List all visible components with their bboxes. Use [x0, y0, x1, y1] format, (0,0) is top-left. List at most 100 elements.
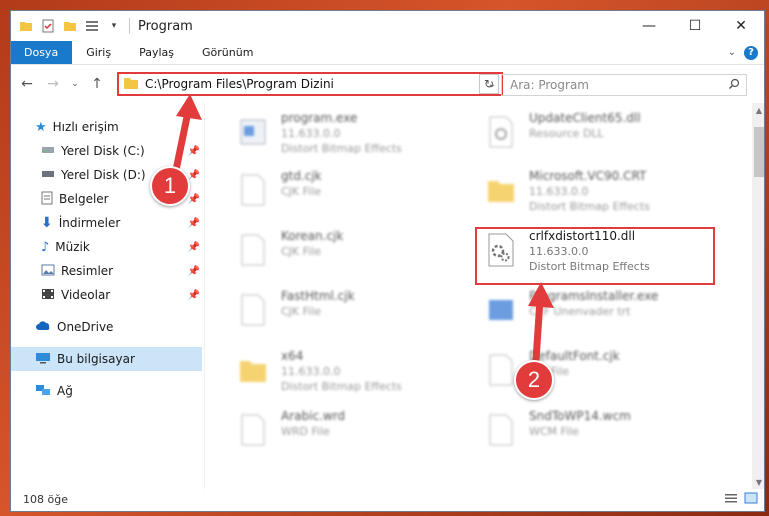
new-folder-icon[interactable]	[61, 17, 79, 35]
nav-label: Ağ	[57, 384, 73, 398]
file-name: Microsoft.VC90.CRT	[529, 169, 647, 183]
target-file-highlight	[475, 227, 715, 285]
tab-view[interactable]: Görünüm	[188, 41, 267, 64]
file-description: Distort Bitmap Effects	[281, 380, 402, 393]
nav-this-pc[interactable]: Bu bilgisayar	[11, 347, 202, 371]
folder-icon	[17, 17, 35, 35]
close-button[interactable]: ✕	[718, 11, 764, 41]
nav-label: Belgeler	[59, 192, 109, 206]
file-name: Korean.cjk	[281, 229, 344, 243]
maximize-button[interactable]: ☐	[672, 11, 718, 41]
pin-icon: 📌	[187, 217, 200, 229]
nav-label: OneDrive	[57, 320, 114, 334]
refresh-button[interactable]: ↻	[479, 74, 499, 94]
recent-locations-icon[interactable]: ⌄	[69, 74, 81, 94]
minimize-button[interactable]: —	[626, 11, 672, 41]
details-view-icon[interactable]	[724, 492, 738, 507]
file-type: WRD File	[281, 425, 330, 438]
network-icon	[35, 384, 51, 399]
computer-icon	[35, 352, 51, 367]
search-box[interactable]: Ara: Program	[501, 74, 747, 96]
nav-item-pictures[interactable]: Resimler 📌	[11, 259, 204, 283]
ribbon-right: ⌄ ?	[728, 41, 764, 64]
properties-icon[interactable]	[39, 17, 57, 35]
pin-icon: 📌	[187, 145, 200, 157]
customize-icon[interactable]	[83, 17, 101, 35]
file-name: gtd.cjk	[281, 169, 322, 183]
video-icon	[41, 288, 55, 303]
file-item[interactable]: program.exe 11.633.0.0 Distort Bitmap Ef…	[233, 109, 402, 159]
pin-icon: 📌	[187, 289, 200, 301]
tab-home[interactable]: Giriş	[72, 41, 125, 64]
file-item[interactable]: gtd.cjk CJK File	[233, 167, 322, 217]
nav-quick-access[interactable]: ★ Hızlı erişim	[11, 115, 204, 139]
quick-access-toolbar: ▾	[11, 17, 123, 35]
forward-button[interactable]: →	[43, 74, 63, 94]
help-button[interactable]: ?	[744, 45, 758, 60]
expand-ribbon-icon[interactable]: ⌄	[728, 47, 736, 58]
star-icon: ★	[35, 119, 47, 135]
file-item[interactable]: Korean.cjk CJK File	[233, 227, 343, 277]
file-name: UpdateClient65.dll	[529, 111, 641, 125]
file-type: CJK File	[281, 245, 322, 258]
file-item[interactable]: Arabic.wrd WRD File	[233, 407, 345, 457]
up-button[interactable]: ↑	[87, 74, 107, 94]
documents-icon	[41, 191, 53, 208]
file-name: Arabic.wrd	[281, 409, 346, 423]
back-button[interactable]: ←	[17, 74, 37, 94]
file-name: x64	[281, 349, 304, 363]
file-type: CJK File	[281, 185, 322, 198]
drive-icon	[41, 168, 55, 182]
file-item[interactable]: FastHtml.cjk CJK File	[233, 287, 355, 337]
nav-label: Yerel Disk (C:)	[61, 144, 145, 158]
address-row: ← → ⌄ ↑ C:\Program Files\Program Dizini …	[11, 65, 764, 103]
file-item[interactable]: x64 11.633.0.0 Distort Bitmap Effects	[233, 347, 402, 397]
tab-file[interactable]: Dosya	[11, 41, 73, 64]
file-description: Distort Bitmap Effects	[281, 142, 402, 155]
status-bar: 108 öğe	[11, 487, 764, 511]
title-bar: ▾ Program — ☐ ✕	[11, 11, 764, 41]
dll-icon	[481, 109, 521, 155]
nav-item-music[interactable]: ♪ Müzik 📌	[11, 235, 204, 259]
file-item[interactable]: SndToWP14.wcm WCM File	[481, 407, 631, 457]
scroll-thumb[interactable]	[754, 127, 764, 177]
download-icon: ⬇	[41, 215, 53, 231]
file-icon	[233, 227, 273, 273]
file-type: CJK File	[281, 305, 322, 318]
file-icon	[233, 407, 273, 453]
pictures-icon	[41, 264, 55, 279]
view-switcher	[724, 492, 764, 507]
file-list: program.exe 11.633.0.0 Distort Bitmap Ef…	[205, 103, 764, 489]
nav-item-local-disk-c[interactable]: Yerel Disk (C:) 📌	[11, 139, 204, 163]
music-icon: ♪	[41, 239, 50, 255]
file-type: WCM File	[529, 425, 579, 438]
cloud-icon	[35, 320, 51, 334]
tiles-view-icon[interactable]	[744, 492, 758, 507]
file-item[interactable]: ProgramsInstaller.exe CEF Unenvader trt	[481, 287, 658, 337]
nav-network[interactable]: Ağ	[11, 379, 204, 403]
file-item[interactable]: UpdateClient65.dll Resource DLL	[481, 109, 641, 159]
installer-icon	[481, 287, 521, 333]
tab-share[interactable]: Paylaş	[125, 41, 188, 64]
nav-label: Yerel Disk (D:)	[61, 168, 146, 182]
nav-onedrive[interactable]: OneDrive	[11, 315, 204, 339]
file-description: Distort Bitmap Effects	[529, 200, 650, 213]
dropdown-arrow-icon[interactable]: ▾	[105, 17, 123, 35]
nav-item-videos[interactable]: Videolar 📌	[11, 283, 204, 307]
ribbon-tabs: Dosya Giriş Paylaş Görünüm ⌄ ?	[11, 41, 764, 65]
file-item[interactable]: Microsoft.VC90.CRT 11.633.0.0 Distort Bi…	[481, 167, 650, 217]
vertical-scrollbar[interactable]: ▲ ▼	[752, 103, 764, 489]
pin-icon: 📌	[187, 169, 200, 181]
item-count: 108 öğe	[23, 492, 68, 506]
file-name: FastHtml.cjk	[281, 289, 355, 303]
search-placeholder: Ara: Program	[510, 78, 589, 92]
nav-item-downloads[interactable]: ⬇ İndirmeler 📌	[11, 211, 204, 235]
scroll-up-icon[interactable]: ▲	[752, 103, 764, 117]
nav-label: Müzik	[55, 240, 90, 254]
address-bar[interactable]: C:\Program Files\Program Dizini ⌄	[117, 72, 503, 96]
search-icon	[728, 78, 740, 93]
file-version: 11.633.0.0	[281, 127, 341, 140]
